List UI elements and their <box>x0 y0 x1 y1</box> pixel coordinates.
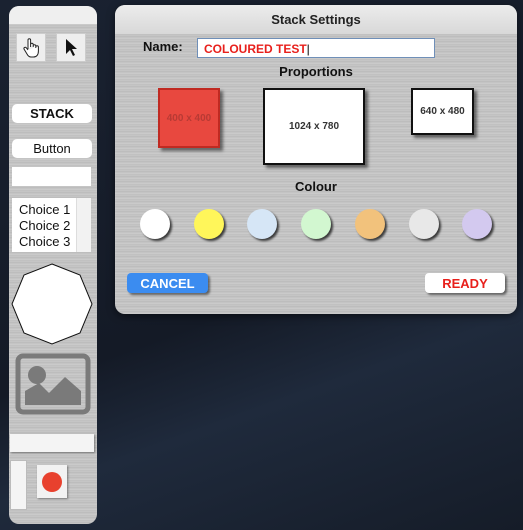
stack-settings-dialog: Stack Settings Name: COLOURED TEST| Prop… <box>115 5 517 314</box>
colour-swatch-white[interactable] <box>140 209 170 239</box>
list-object[interactable]: Choice 1 Choice 2 Choice 3 <box>12 198 91 252</box>
toolbar-object[interactable] <box>10 434 94 452</box>
colour-swatch-orange[interactable] <box>355 209 385 239</box>
tool-palette: STACK Button Choice 1 Choice 2 Choice 3 <box>9 6 97 524</box>
hand-pointer-icon <box>23 37 39 57</box>
colour-swatch-green[interactable] <box>301 209 331 239</box>
colour-swatch-grey[interactable] <box>409 209 439 239</box>
colour-swatch-purple[interactable] <box>462 209 492 239</box>
proportion-640x480[interactable]: 640 x 480 <box>411 88 474 135</box>
colour-label: Colour <box>295 179 337 194</box>
field-object[interactable] <box>12 167 91 186</box>
pointer-tool-button[interactable] <box>56 33 86 62</box>
colour-swatch-blue[interactable] <box>247 209 277 239</box>
proportions-label: Proportions <box>279 64 353 79</box>
proportion-400x400[interactable]: 400 x 400 <box>158 88 220 148</box>
browse-tool-button[interactable] <box>16 33 46 62</box>
stack-object-button[interactable]: STACK <box>12 104 92 123</box>
ready-button[interactable]: READY <box>425 273 505 293</box>
name-label: Name: <box>143 39 183 54</box>
arrow-pointer-icon <box>66 38 77 56</box>
palette-titlebar[interactable] <box>9 6 97 24</box>
list-scrollbar[interactable] <box>76 198 91 252</box>
polygon-object[interactable] <box>11 263 93 345</box>
image-icon[interactable] <box>15 353 91 415</box>
name-input[interactable]: COLOURED TEST| <box>197 38 435 58</box>
button-object[interactable]: Button <box>12 139 92 158</box>
cancel-button[interactable]: CANCEL <box>127 273 208 293</box>
record-button[interactable] <box>37 465 67 498</box>
colour-swatch-yellow[interactable] <box>194 209 224 239</box>
dialog-title: Stack Settings <box>115 5 517 34</box>
palette-thumbnail[interactable] <box>10 460 27 510</box>
proportion-1024x780[interactable]: 1024 x 780 <box>263 88 365 165</box>
record-icon <box>42 471 62 492</box>
